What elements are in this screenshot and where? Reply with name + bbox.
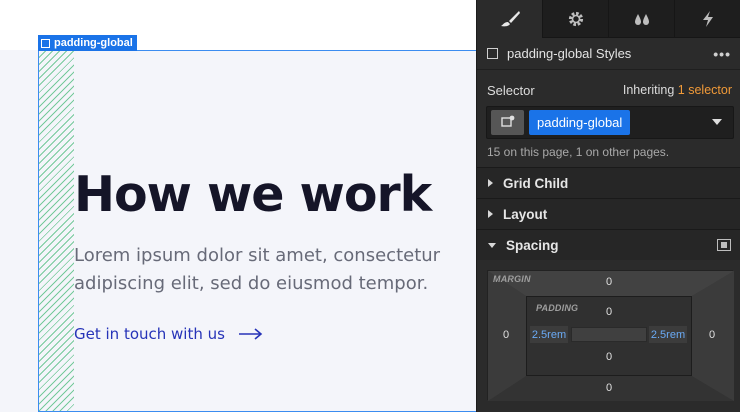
section-grid-child[interactable]: Grid Child bbox=[477, 167, 740, 198]
chevron-down-icon[interactable] bbox=[712, 119, 722, 125]
chevron-right-icon bbox=[488, 210, 493, 218]
section-label: Layout bbox=[503, 206, 548, 222]
inheriting-count-link[interactable]: 1 selector bbox=[678, 83, 732, 97]
margin-right-input[interactable]: 0 bbox=[697, 329, 727, 341]
design-canvas[interactable]: padding-global How we work Lorem ipsum d… bbox=[0, 0, 476, 412]
content-box bbox=[571, 327, 647, 342]
section-layout[interactable]: Layout bbox=[477, 198, 740, 229]
selection-tag[interactable]: padding-global bbox=[38, 35, 137, 51]
spacing-mode-icon[interactable] bbox=[717, 239, 731, 251]
styles-title: padding-global Styles bbox=[507, 46, 632, 61]
tab-interactions[interactable] bbox=[675, 0, 740, 38]
tab-settings[interactable] bbox=[543, 0, 609, 38]
selector-icon bbox=[500, 114, 515, 132]
element-icon bbox=[487, 48, 498, 59]
padding-label: PADDING bbox=[536, 303, 579, 313]
padding-bottom-input[interactable]: 0 bbox=[594, 351, 624, 363]
padding-right-input[interactable]: 2.5rem bbox=[649, 326, 687, 343]
margin-left-input[interactable]: 0 bbox=[491, 329, 521, 341]
intro-paragraph[interactable]: Lorem ipsum dolor sit amet, consectetur … bbox=[74, 242, 464, 298]
designer-window: padding-global How we work Lorem ipsum d… bbox=[0, 0, 740, 412]
lightning-icon bbox=[701, 10, 715, 28]
tab-style-manager[interactable] bbox=[609, 0, 675, 38]
padding-top-input[interactable]: 0 bbox=[594, 306, 624, 318]
drops-icon bbox=[632, 11, 652, 27]
more-options-button[interactable]: ••• bbox=[713, 46, 731, 62]
brush-icon bbox=[499, 10, 521, 28]
style-panel: padding-global Styles ••• Selector Inher… bbox=[476, 0, 740, 412]
selector-field[interactable]: padding-global bbox=[486, 106, 734, 139]
chevron-right-icon bbox=[488, 179, 493, 187]
box-model-editor: MARGIN 0 0 0 0 PADDING 0 2.5rem 2.5rem 0 bbox=[487, 270, 734, 401]
selection-outline bbox=[38, 50, 476, 412]
inheriting-prefix: Inheriting bbox=[622, 83, 675, 97]
padding-box: PADDING 0 2.5rem 2.5rem 0 bbox=[526, 296, 692, 376]
inheriting-info: Inheriting 1 selector bbox=[623, 83, 732, 97]
chevron-down-icon bbox=[488, 242, 496, 248]
section-label: Spacing bbox=[506, 237, 559, 253]
padding-left-input[interactable]: 2.5rem bbox=[530, 326, 568, 343]
contact-link[interactable]: Get in touch with us bbox=[74, 325, 263, 343]
arrow-right-icon bbox=[238, 328, 263, 340]
gear-icon bbox=[567, 10, 585, 28]
contact-link-label: Get in touch with us bbox=[74, 325, 225, 343]
margin-top-input[interactable]: 0 bbox=[594, 276, 624, 288]
section-spacing[interactable]: Spacing bbox=[477, 229, 740, 260]
tab-style[interactable] bbox=[477, 0, 543, 38]
styles-header: padding-global Styles ••• bbox=[477, 38, 740, 70]
panel-tabs bbox=[477, 0, 740, 38]
margin-bottom-input[interactable]: 0 bbox=[594, 382, 624, 394]
selector-state-button[interactable] bbox=[491, 110, 524, 135]
element-icon bbox=[41, 38, 50, 48]
page-heading[interactable]: How we work bbox=[74, 166, 432, 223]
margin-label: MARGIN bbox=[493, 274, 531, 284]
selection-tag-label: padding-global bbox=[54, 37, 133, 49]
selector-usage-text: 15 on this page, 1 on other pages. bbox=[487, 145, 670, 159]
section-label: Grid Child bbox=[503, 175, 569, 191]
selector-label: Selector bbox=[487, 83, 535, 98]
selector-chip[interactable]: padding-global bbox=[529, 110, 631, 135]
